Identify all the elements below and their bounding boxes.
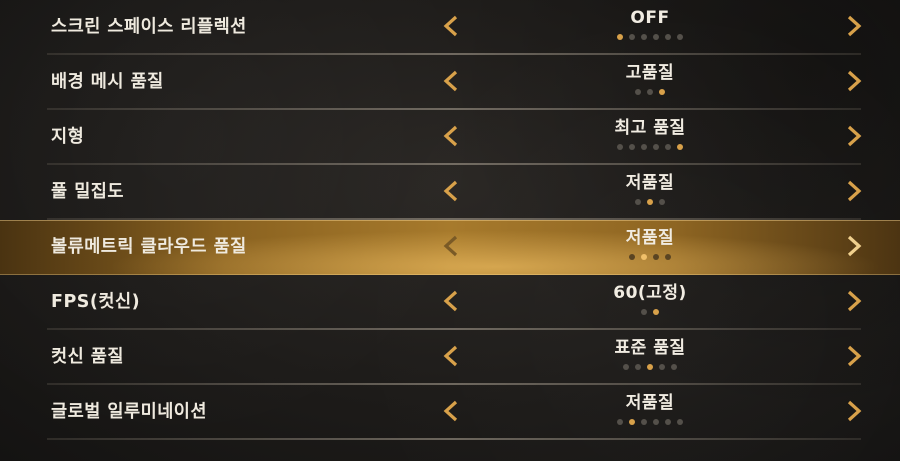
level-indicator xyxy=(560,144,740,150)
chevron-left-icon[interactable] xyxy=(440,179,462,203)
level-dot xyxy=(623,364,629,370)
setting-value-block: 저품질 xyxy=(560,226,740,260)
setting-row-global-illumination[interactable]: 글로벌 일루미네이션 저품질 xyxy=(0,385,900,440)
setting-row-screen-space-reflection[interactable]: 스크린 스페이스 리플렉션 OFF xyxy=(0,0,900,55)
setting-label: 풀 밀집도 xyxy=(51,182,124,202)
level-dot-active xyxy=(677,144,683,150)
level-dot xyxy=(653,34,659,40)
level-dot xyxy=(653,419,659,425)
level-indicator xyxy=(560,254,740,260)
level-dot xyxy=(641,144,647,150)
graphics-settings-list: 스크린 스페이스 리플렉션 OFF 배경 메시 품질 고품질 지형 최고 품질 … xyxy=(0,0,900,461)
chevron-left-icon[interactable] xyxy=(440,124,462,148)
setting-row-background-mesh-quality[interactable]: 배경 메시 품질 고품질 xyxy=(0,55,900,110)
setting-value: OFF xyxy=(630,8,670,28)
chevron-right-icon[interactable] xyxy=(843,69,865,93)
level-dot-active xyxy=(653,309,659,315)
level-indicator xyxy=(560,199,740,205)
level-dot-active xyxy=(617,34,623,40)
setting-row-grass-density[interactable]: 풀 밀집도 저품질 xyxy=(0,165,900,220)
chevron-left-icon[interactable] xyxy=(440,344,462,368)
setting-value: 60(고정) xyxy=(613,283,687,303)
setting-label: 스크린 스페이스 리플렉션 xyxy=(51,17,247,37)
setting-row-cutscene-quality[interactable]: 컷신 품질 표준 품질 xyxy=(0,330,900,385)
chevron-left-icon[interactable] xyxy=(440,69,462,93)
setting-row-terrain[interactable]: 지형 최고 품질 xyxy=(0,110,900,165)
level-dot xyxy=(671,364,677,370)
chevron-left-icon[interactable] xyxy=(440,234,462,258)
chevron-left-icon[interactable] xyxy=(440,14,462,38)
level-dot xyxy=(641,419,647,425)
setting-value-block: 고품질 xyxy=(560,61,740,95)
chevron-right-icon[interactable] xyxy=(843,344,865,368)
level-dot xyxy=(677,419,683,425)
setting-value: 저품질 xyxy=(625,393,675,413)
level-dot xyxy=(641,34,647,40)
setting-value: 최고 품질 xyxy=(614,118,686,138)
row-divider xyxy=(47,438,861,440)
level-dot xyxy=(635,89,641,95)
level-dot xyxy=(641,309,647,315)
setting-value-block: 저품질 xyxy=(560,391,740,425)
setting-label: 컷신 품질 xyxy=(51,347,124,367)
level-dot xyxy=(617,144,623,150)
chevron-right-icon[interactable] xyxy=(843,124,865,148)
level-dot xyxy=(629,34,635,40)
level-dot xyxy=(653,254,659,260)
level-indicator xyxy=(560,309,740,315)
chevron-right-icon[interactable] xyxy=(843,399,865,423)
level-dot xyxy=(677,34,683,40)
setting-value-block: 최고 품질 xyxy=(560,116,740,150)
setting-value-block: 표준 품질 xyxy=(560,336,740,370)
setting-value: 표준 품질 xyxy=(614,338,686,358)
level-dot-active xyxy=(641,254,647,260)
level-dot xyxy=(629,144,635,150)
level-dot xyxy=(653,144,659,150)
level-dot xyxy=(635,364,641,370)
setting-value-block: 저품질 xyxy=(560,171,740,205)
chevron-right-icon[interactable] xyxy=(843,234,865,258)
level-dot-active xyxy=(659,89,665,95)
setting-label: FPS(컷신) xyxy=(51,292,141,312)
setting-label: 글로벌 일루미네이션 xyxy=(51,402,207,422)
setting-row-fps-cutscene[interactable]: FPS(컷신) 60(고정) xyxy=(0,275,900,330)
level-dot xyxy=(629,254,635,260)
level-dot-active xyxy=(647,199,653,205)
level-dot xyxy=(617,419,623,425)
level-indicator xyxy=(560,89,740,95)
setting-value-block: OFF xyxy=(560,6,740,40)
level-indicator xyxy=(560,364,740,370)
chevron-right-icon[interactable] xyxy=(843,289,865,313)
chevron-right-icon[interactable] xyxy=(843,14,865,38)
setting-label: 볼류메트릭 클라우드 품질 xyxy=(51,237,247,257)
level-indicator xyxy=(560,34,740,40)
setting-value: 저품질 xyxy=(625,228,675,248)
setting-value-block: 60(고정) xyxy=(560,281,740,315)
level-dot xyxy=(665,254,671,260)
chevron-left-icon[interactable] xyxy=(440,289,462,313)
chevron-left-icon[interactable] xyxy=(440,399,462,423)
level-dot xyxy=(659,199,665,205)
level-dot xyxy=(635,199,641,205)
level-dot xyxy=(665,144,671,150)
setting-label: 지형 xyxy=(51,127,85,147)
level-dot xyxy=(665,34,671,40)
setting-row-volumetric-cloud-quality[interactable]: 볼류메트릭 클라우드 품질 저품질 xyxy=(0,220,900,275)
level-dot-active xyxy=(629,419,635,425)
level-dot-active xyxy=(647,364,653,370)
level-dot xyxy=(665,419,671,425)
setting-value: 고품질 xyxy=(625,63,675,83)
level-indicator xyxy=(560,419,740,425)
chevron-right-icon[interactable] xyxy=(843,179,865,203)
level-dot xyxy=(647,89,653,95)
setting-label: 배경 메시 품질 xyxy=(51,72,164,92)
setting-value: 저품질 xyxy=(625,173,675,193)
level-dot xyxy=(659,364,665,370)
